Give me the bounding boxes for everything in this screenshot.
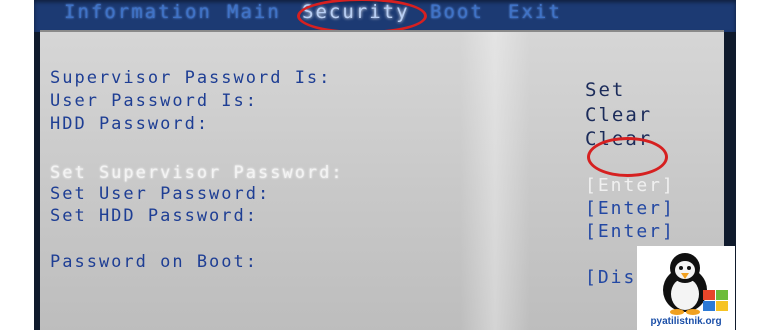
hdd-password-status-label: HDD Password: (50, 114, 210, 134)
set-user-password-label: Set User Password: (50, 184, 271, 204)
user-password-status-value: Clear (585, 104, 653, 126)
menu-tab-boot[interactable]: Boot (430, 1, 484, 23)
site-url-text: pyatilistnik.org (650, 316, 722, 327)
supervisor-password-status-label: Supervisor Password Is: (50, 68, 332, 88)
user-password-status-label: User Password Is: (50, 91, 258, 111)
supervisor-password-status-value: Set (585, 79, 626, 101)
set-supervisor-password-enter-button[interactable]: [Enter] (585, 175, 675, 196)
penguin-logo-icon (663, 253, 728, 315)
security-settings-panel: Supervisor Password Is: Set User Passwor… (40, 30, 724, 330)
hdd-password-status-value: Clear (585, 128, 653, 150)
set-hdd-password-enter-button[interactable]: [Enter] (585, 221, 675, 242)
site-logo: pyatilistnik.org (637, 246, 735, 330)
bios-screen: Information Main Security Boot Exit Supe… (34, 0, 736, 330)
password-on-boot-toggle[interactable]: [Dis (585, 267, 636, 288)
screen-glare (460, 32, 530, 330)
set-user-password-enter-button[interactable]: [Enter] (585, 198, 675, 219)
set-hdd-password-label: Set HDD Password: (50, 206, 258, 226)
set-supervisor-password-label: Set Supervisor Password: (50, 163, 344, 183)
bios-menu-bar: Information Main Security Boot Exit (34, 0, 736, 34)
menu-tab-exit[interactable]: Exit (508, 1, 562, 23)
menu-tab-security[interactable]: Security (302, 1, 410, 23)
password-on-boot-label: Password on Boot: (50, 252, 258, 272)
menu-tab-information[interactable]: Information (64, 1, 212, 23)
menu-tab-main[interactable]: Main (227, 1, 281, 23)
